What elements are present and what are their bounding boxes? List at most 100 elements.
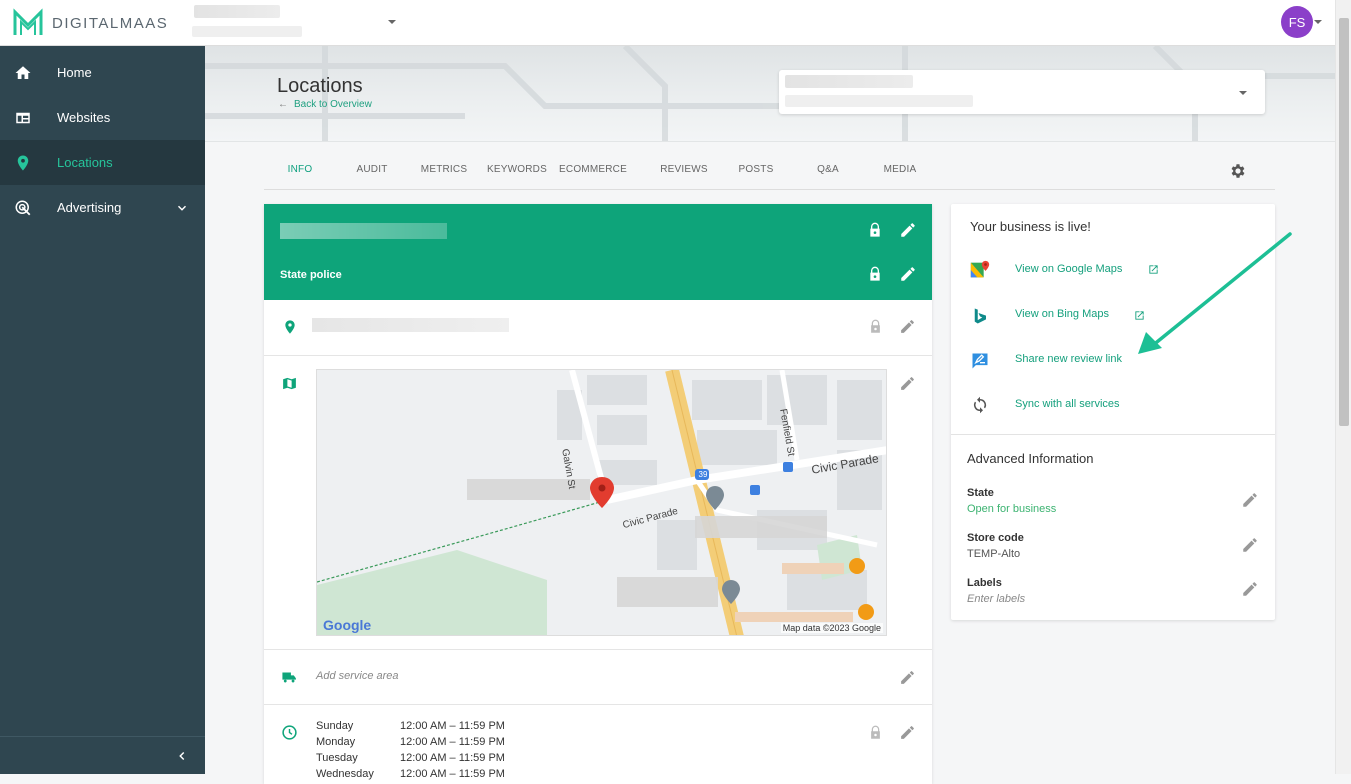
app-logo[interactable]: DIGITALMAAS — [12, 7, 168, 39]
edit-category-icon[interactable] — [899, 265, 917, 283]
google-logo: Google — [323, 617, 372, 633]
service-area-placeholder[interactable]: Add service area — [316, 670, 399, 682]
sidebar-item-label: Home — [57, 65, 92, 80]
target-icon — [15, 200, 31, 216]
sidebar-item-home[interactable]: Home — [0, 50, 205, 95]
avatar-menu-chevron-icon[interactable] — [1314, 20, 1322, 24]
chevron-down-icon — [388, 20, 396, 24]
edit-labels-icon[interactable] — [1241, 580, 1259, 598]
state-label: State — [967, 487, 994, 499]
organization-selector[interactable] — [192, 5, 402, 39]
edit-state-icon[interactable] — [1241, 491, 1259, 509]
action-label: Sync with all services — [1015, 398, 1120, 410]
page-title: Locations — [277, 75, 363, 97]
action-label: View on Google Maps — [1015, 263, 1123, 275]
location-pin-icon — [17, 155, 29, 171]
address-value — [312, 318, 509, 332]
chevron-down-icon — [177, 205, 187, 211]
business-category: State police — [280, 269, 342, 281]
map-attribution: Map data ©2023 Google — [780, 623, 883, 633]
hours-day: Wednesday — [316, 768, 374, 780]
tab-info[interactable]: INFO — [264, 164, 336, 175]
tab-metrics[interactable]: METRICS — [408, 164, 480, 175]
sidebar-item-advertising[interactable]: Advertising — [0, 185, 205, 230]
back-link-label: Back to Overview — [294, 99, 372, 110]
tab-media[interactable]: MEDIA — [864, 164, 936, 175]
gear-icon[interactable] — [1229, 162, 1247, 180]
tab-audit[interactable]: AUDIT — [336, 164, 408, 175]
chevron-left-icon — [179, 751, 185, 761]
hours-time: 12:00 AM – 11:59 PM — [400, 720, 505, 732]
tab-keywords[interactable]: KEYWORDS — [481, 164, 553, 175]
map-icon — [283, 377, 296, 390]
lock-icon[interactable] — [867, 222, 883, 238]
store-code-label: Store code — [967, 532, 1024, 544]
state-value: Open for business — [967, 503, 1057, 515]
hours-time: 12:00 AM – 11:59 PM — [400, 768, 505, 780]
business-hours: Sunday 12:00 AM – 11:59 PM Monday 12:00 AM… — [316, 718, 505, 782]
hours-row: Tuesday 12:00 AM – 11:59 PM — [316, 750, 505, 766]
location-tabs: INFO AUDIT METRICS KEYWORDS ECOMMERCE RE… — [264, 152, 1275, 190]
action-label: View on Bing Maps — [1015, 308, 1109, 320]
location-pin-icon — [285, 320, 295, 334]
edit-map-icon[interactable] — [899, 375, 916, 392]
tab-ecommerce[interactable]: ECOMMERCE — [557, 164, 629, 175]
logo-mark-icon — [13, 8, 43, 35]
chevron-down-icon — [1239, 91, 1247, 95]
hours-day: Sunday — [316, 720, 354, 732]
edit-service-area-icon[interactable] — [899, 669, 916, 686]
google-maps-icon — [970, 260, 990, 278]
action-label: Share new review link — [1015, 353, 1122, 365]
lock-icon[interactable] — [868, 319, 883, 334]
lock-icon[interactable] — [867, 266, 883, 282]
location-map[interactable]: Galvin St Fenfield St Civic Parade Civic… — [316, 369, 887, 636]
edit-address-icon[interactable] — [899, 318, 916, 335]
website-icon — [16, 112, 30, 124]
avatar[interactable]: FS — [1281, 6, 1313, 38]
sidebar-item-websites[interactable]: Websites — [0, 95, 205, 140]
sidebar-item-label: Advertising — [57, 200, 122, 215]
edit-name-icon[interactable] — [899, 221, 917, 239]
review-link-icon — [972, 353, 988, 369]
hours-day: Monday — [316, 736, 356, 748]
sidebar-item-locations[interactable]: Locations — [0, 140, 205, 185]
business-name — [280, 223, 447, 239]
sync-all-services[interactable]: Sync with all services — [967, 394, 1257, 416]
top-bar: DIGITALMAAS FS — [0, 0, 1335, 46]
tab-posts[interactable]: POSTS — [720, 164, 792, 175]
page-scrollbar[interactable] — [1335, 0, 1351, 774]
sync-icon — [973, 396, 987, 414]
scrollbar-thumb[interactable] — [1339, 18, 1349, 426]
logo-text: DIGITALMAAS — [52, 14, 169, 32]
hours-row: Monday 12:00 AM – 11:59 PM — [316, 734, 505, 750]
page-header: Locations ← Back to Overview — [205, 46, 1335, 142]
annotation-arrow — [1138, 232, 1292, 354]
hours-row: Wednesday 12:00 AM – 11:59 PM — [316, 766, 505, 782]
location-info-card: State police Galvin St Fenfield St Civic… — [264, 204, 932, 784]
hours-row: Sunday 12:00 AM – 11:59 PM — [316, 718, 505, 734]
sidebar: Home Websites Locations Advertising — [0, 46, 205, 774]
sidebar-item-label: Websites — [57, 110, 111, 125]
collapse-sidebar-button[interactable] — [0, 736, 205, 774]
sidebar-item-label: Locations — [57, 155, 113, 170]
hours-time: 12:00 AM – 11:59 PM — [400, 736, 505, 748]
home-icon — [15, 66, 31, 79]
tab-reviews[interactable]: REVIEWS — [648, 164, 720, 175]
clock-icon — [282, 725, 297, 740]
business-header: State police — [264, 204, 932, 300]
labels-label: Labels — [967, 577, 1002, 589]
tab-qa[interactable]: Q&A — [792, 164, 864, 175]
truck-icon — [282, 672, 296, 683]
bing-icon — [974, 308, 986, 324]
edit-store-code-icon[interactable] — [1241, 536, 1259, 554]
labels-placeholder[interactable]: Enter labels — [967, 593, 1025, 605]
divider — [951, 434, 1275, 435]
lock-icon[interactable] — [868, 725, 883, 740]
live-status-title: Your business is live! — [970, 219, 1091, 234]
location-selector[interactable] — [779, 70, 1265, 114]
advanced-info-title: Advanced Information — [967, 451, 1094, 466]
back-to-overview-link[interactable]: ← Back to Overview — [278, 99, 372, 110]
store-code-value: TEMP-Alto — [967, 548, 1021, 560]
edit-hours-icon[interactable] — [899, 724, 916, 741]
hours-time: 12:00 AM – 11:59 PM — [400, 752, 505, 764]
